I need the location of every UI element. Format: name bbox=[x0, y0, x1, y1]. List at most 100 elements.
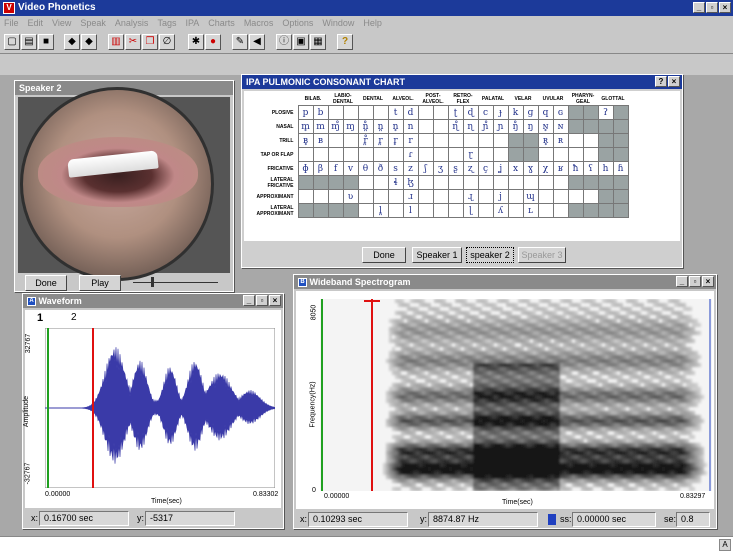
ipa-cell[interactable]: ɬ bbox=[387, 175, 404, 190]
ipa-cell[interactable]: ɸ bbox=[297, 161, 314, 176]
ipa-cell[interactable] bbox=[582, 189, 599, 204]
ipa-cell[interactable]: m̥ bbox=[297, 119, 314, 134]
ipa-cell[interactable]: ɴ̥ bbox=[537, 119, 554, 134]
ipa-cell[interactable] bbox=[417, 147, 434, 162]
ipa-cell[interactable]: ɣ bbox=[522, 161, 539, 176]
ipa-cell[interactable] bbox=[567, 133, 584, 148]
ipa-cell[interactable] bbox=[477, 175, 494, 190]
ipa-cell[interactable]: s bbox=[387, 161, 404, 176]
waveform-min-button[interactable]: _ bbox=[243, 295, 255, 306]
window-icon[interactable]: ▣ bbox=[293, 34, 309, 50]
ipa-cell[interactable]: b bbox=[312, 105, 329, 120]
ipa-cell[interactable]: r̪ bbox=[372, 133, 389, 148]
ipa-close-button[interactable]: × bbox=[668, 76, 680, 87]
ipa-cell[interactable] bbox=[567, 175, 584, 190]
ipa-cell[interactable] bbox=[387, 147, 404, 162]
ipa-cell[interactable]: ɻ bbox=[462, 189, 479, 204]
settings-icon[interactable]: ✱ bbox=[188, 34, 204, 50]
ipa-cell[interactable] bbox=[342, 133, 359, 148]
ipa-cell[interactable] bbox=[357, 175, 374, 190]
ipa-cell[interactable] bbox=[462, 133, 479, 148]
ipa-cell[interactable] bbox=[567, 189, 584, 204]
menu-charts[interactable]: Charts bbox=[208, 18, 235, 28]
ipa-cell[interactable] bbox=[432, 133, 449, 148]
ipa-cell[interactable] bbox=[342, 175, 359, 190]
ipa-cell[interactable] bbox=[567, 147, 584, 162]
ipa-cell[interactable] bbox=[552, 175, 569, 190]
ipa-cell[interactable] bbox=[612, 105, 629, 120]
waveform-plot[interactable] bbox=[45, 328, 275, 488]
menu-ipa[interactable]: IPA bbox=[185, 18, 199, 28]
ipa-cell[interactable]: n̥ bbox=[387, 119, 404, 134]
ipa-cell[interactable] bbox=[522, 147, 539, 162]
ipa-cell[interactable] bbox=[507, 133, 524, 148]
draw-icon[interactable]: ∅ bbox=[159, 34, 175, 50]
menu-macros[interactable]: Macros bbox=[244, 18, 274, 28]
chart-icon[interactable]: ▥ bbox=[108, 34, 124, 50]
speaker-play-button[interactable]: Play bbox=[79, 275, 121, 291]
ipa-cell[interactable]: ɱ̊ bbox=[327, 119, 344, 134]
ipa-cell[interactable]: ɴ bbox=[552, 119, 569, 134]
ipa-cell[interactable]: x bbox=[507, 161, 524, 176]
ipa-cell[interactable] bbox=[372, 147, 389, 162]
ipa-cell[interactable]: r bbox=[402, 133, 419, 148]
ipa-cell[interactable]: ɲ̊ bbox=[477, 119, 494, 134]
ipa-cell[interactable]: ɦ bbox=[612, 161, 629, 176]
ipa-cell[interactable] bbox=[417, 133, 434, 148]
ipa-cell[interactable] bbox=[552, 147, 569, 162]
ipa-cell[interactable] bbox=[477, 189, 494, 204]
ipa-cell[interactable] bbox=[312, 175, 329, 190]
ipa-cell[interactable] bbox=[447, 133, 464, 148]
ipa-cell[interactable] bbox=[432, 147, 449, 162]
menu-analysis[interactable]: Analysis bbox=[115, 18, 149, 28]
ipa-cell[interactable] bbox=[477, 147, 494, 162]
ipa-cell[interactable] bbox=[342, 105, 359, 120]
ipa-cell[interactable]: ɳ̊ bbox=[447, 119, 464, 134]
menu-window[interactable]: Window bbox=[322, 18, 354, 28]
info-icon[interactable]: ⓘ bbox=[276, 34, 292, 50]
ipa-cell[interactable] bbox=[432, 189, 449, 204]
ipa-cell[interactable]: t bbox=[387, 105, 404, 120]
help-icon[interactable]: ? bbox=[337, 34, 353, 50]
ipa-cell[interactable] bbox=[507, 147, 524, 162]
ipa-cell[interactable] bbox=[357, 147, 374, 162]
ipa-cell[interactable]: r̪̊ bbox=[357, 133, 374, 148]
playback-slider-track[interactable] bbox=[133, 282, 218, 283]
menu-tags[interactable]: Tags bbox=[157, 18, 176, 28]
ipa-cell[interactable] bbox=[477, 133, 494, 148]
spectrogram-min-button[interactable]: _ bbox=[676, 276, 688, 287]
ipa-cell[interactable] bbox=[372, 189, 389, 204]
ipa-cell[interactable] bbox=[297, 203, 314, 218]
ipa-cell[interactable]: ʀ bbox=[552, 133, 569, 148]
ipa-cell[interactable]: q bbox=[537, 105, 554, 120]
ipa-titlebar[interactable]: IPA PULMONIC CONSONANT CHART ? × bbox=[242, 75, 682, 89]
ipa-cell[interactable]: ʀ̥ bbox=[537, 133, 554, 148]
restore-button[interactable]: ▫ bbox=[706, 2, 718, 13]
menu-speak[interactable]: Speak bbox=[80, 18, 106, 28]
ipa-cell[interactable]: ʙ̥ bbox=[297, 133, 314, 148]
ipa-cell[interactable] bbox=[612, 119, 629, 134]
record-icon[interactable]: ● bbox=[205, 34, 221, 50]
ipa-cell[interactable] bbox=[612, 189, 629, 204]
waveform-max-button[interactable]: ▫ bbox=[256, 295, 268, 306]
ipa-cell[interactable] bbox=[312, 147, 329, 162]
ipa-cell[interactable] bbox=[552, 203, 569, 218]
ipa-cell[interactable]: ʕ bbox=[582, 161, 599, 176]
ipa-cell[interactable] bbox=[432, 175, 449, 190]
ipa-cell[interactable] bbox=[477, 203, 494, 218]
close-button[interactable]: × bbox=[719, 2, 731, 13]
waveform-close-button[interactable]: × bbox=[269, 295, 281, 306]
new-icon[interactable]: ▢ bbox=[4, 34, 20, 50]
menu-edit[interactable]: Edit bbox=[28, 18, 44, 28]
ipa-cell[interactable] bbox=[372, 175, 389, 190]
cut-icon[interactable]: ✂ bbox=[125, 34, 141, 50]
ipa-cell[interactable] bbox=[597, 189, 614, 204]
ipa-cell[interactable]: ɟ bbox=[492, 105, 509, 120]
ipa-cell[interactable]: f bbox=[327, 161, 344, 176]
speaker-window[interactable]: Speaker 2 Done Play bbox=[14, 80, 234, 292]
ipa-help-button[interactable]: ? bbox=[655, 76, 667, 87]
ipa-cell[interactable] bbox=[327, 133, 344, 148]
ipa-cell[interactable]: ɽ bbox=[462, 147, 479, 162]
ipa-cell[interactable]: ʎ bbox=[492, 203, 509, 218]
ipa-speaker3-button[interactable]: Speaker 3 bbox=[518, 247, 566, 263]
